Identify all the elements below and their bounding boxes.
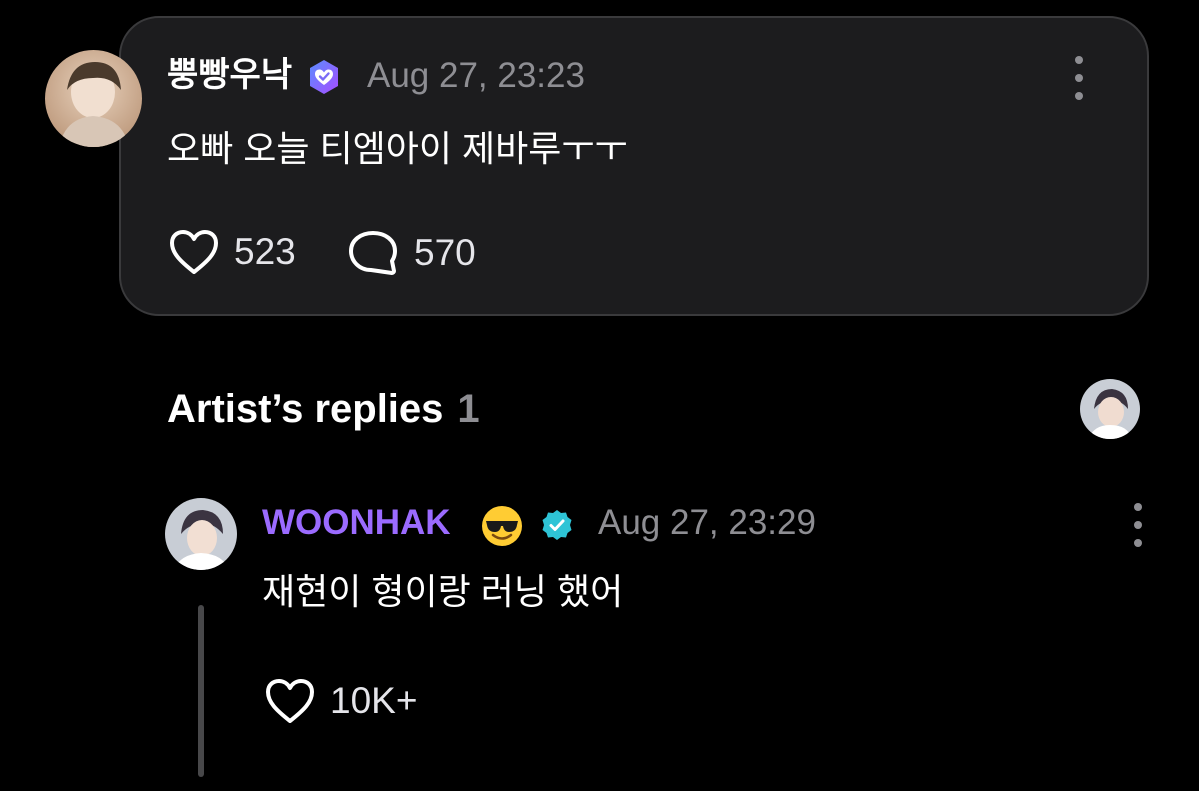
- fan-username[interactable]: 뿡빵우낙: [167, 55, 292, 95]
- speech-bubble-icon: [349, 231, 397, 275]
- post-comment-count: 570: [414, 232, 476, 273]
- reply-more-options-icon[interactable]: [1128, 503, 1148, 547]
- fan-avatar[interactable]: [45, 50, 142, 147]
- reply-timestamp: Aug 27, 23:29: [598, 503, 816, 542]
- thread-connector-line: [198, 605, 204, 777]
- sunglasses-emoji-icon: [480, 504, 524, 548]
- post-comment-button[interactable]: 570: [346, 228, 476, 278]
- artist-thumbnail-avatar[interactable]: [1080, 379, 1140, 439]
- reply-like-button[interactable]: 10K+: [264, 677, 417, 725]
- post-more-options-icon[interactable]: [1069, 56, 1089, 100]
- artist-username[interactable]: WOONHAK: [262, 503, 451, 543]
- artist-replies-count: 1: [457, 387, 480, 431]
- post-like-button[interactable]: 523: [168, 228, 296, 276]
- post-like-count: 523: [234, 231, 296, 272]
- reply-text: 재현이 형이랑 러닝 했어: [262, 571, 624, 612]
- heart-icon: [266, 679, 314, 723]
- verified-heart-badge-icon: [305, 58, 343, 96]
- verified-check-badge-icon: [540, 508, 574, 542]
- reply-like-count: 10K+: [330, 680, 418, 721]
- artist-replies-heading: Artist’s replies 1: [167, 384, 480, 434]
- artist-replies-title: Artist’s replies: [167, 387, 444, 431]
- post-text: 오빠 오늘 티엠아이 제바루ㅜㅜ: [167, 128, 628, 169]
- heart-icon: [170, 230, 218, 274]
- post-timestamp: Aug 27, 23:23: [367, 56, 585, 95]
- artist-avatar[interactable]: [165, 498, 237, 570]
